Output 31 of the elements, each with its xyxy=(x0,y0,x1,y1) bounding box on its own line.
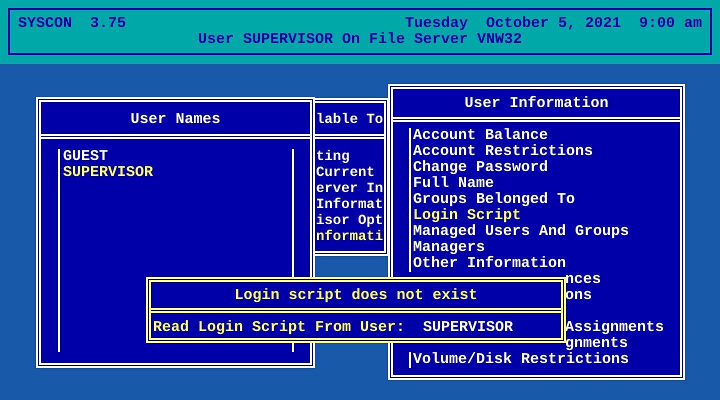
menu-item[interactable]: nces xyxy=(565,272,602,288)
menu-item[interactable]: Current xyxy=(316,165,384,181)
menu-item[interactable]: Account Restrictions xyxy=(413,144,594,160)
menu-item[interactable]: Volume/Disk Restrictions xyxy=(413,352,630,368)
menu-item[interactable]: Full Name xyxy=(413,176,494,192)
user-name[interactable]: GUEST xyxy=(63,149,108,165)
dialog-message: Login script does not exist xyxy=(234,288,478,304)
prompt-label: Read Login Script From User: xyxy=(153,320,406,336)
menu-item[interactable]: Assignments xyxy=(565,320,664,336)
menu-item[interactable]: Login Script xyxy=(413,208,522,224)
menu-item[interactable]: nformati xyxy=(316,229,384,245)
menu-item[interactable]: gnments xyxy=(565,336,628,352)
server-info: User SUPERVISOR On File Server VNW32 xyxy=(198,32,522,48)
app-version: SYSCON 3.75 xyxy=(18,16,126,32)
date-time: Tuesday October 5, 2021 9:00 am xyxy=(404,16,702,32)
menu-item[interactable]: ons xyxy=(565,288,592,304)
user-name[interactable]: SUPERVISOR xyxy=(63,165,154,181)
menu-item[interactable]: Managed Users And Groups xyxy=(413,224,630,240)
menu-item[interactable]: Change Password xyxy=(413,160,548,176)
menu-item[interactable]: Managers xyxy=(413,240,486,256)
menu-item[interactable]: Other Information xyxy=(413,256,566,272)
menu-item[interactable]: Groups Belonged To xyxy=(413,192,576,208)
menu-item[interactable]: ting xyxy=(316,149,384,165)
menu-item[interactable]: isor Opt xyxy=(316,213,384,229)
menu-item[interactable]: erver In xyxy=(316,181,384,197)
window-title: User Information xyxy=(464,96,609,112)
menu-item[interactable]: Informat xyxy=(316,197,384,213)
menu-item[interactable]: Account Balance xyxy=(413,128,548,144)
prompt-value[interactable]: SUPERVISOR xyxy=(423,320,514,336)
window-title: lable To xyxy=(316,112,384,128)
window-title: User Names xyxy=(130,112,220,128)
